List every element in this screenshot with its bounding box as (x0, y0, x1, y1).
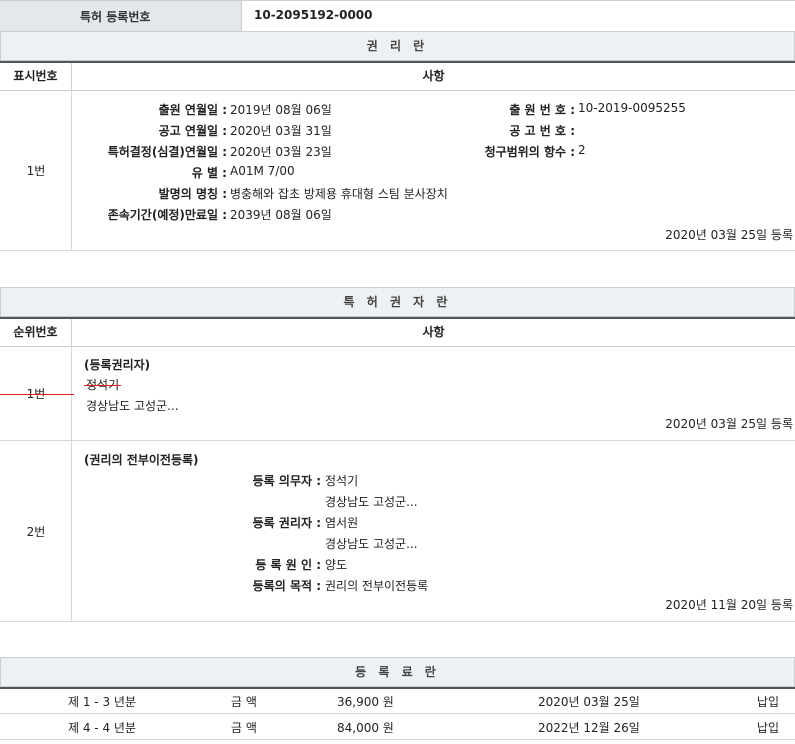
rights-row-number: 1번 (26, 164, 46, 178)
holder-row-2-number: 2번 (26, 525, 46, 539)
filing-number-label: 출 원 번 호 : (509, 103, 575, 117)
rights-row-number-cell: 1번 (0, 91, 72, 250)
filing-number: 10-2019-0095255 (578, 101, 686, 115)
publication-number-label: 공 고 번 호 : (509, 124, 575, 138)
fee-amount: 36,900 원 (337, 695, 394, 709)
holders-section-title: 특 허 권 자 란 (0, 287, 795, 317)
holder-row-2: 2번 (권리의 전부이전등록) 등록 의무자 : 정석기 경상남도 고성군...… (0, 441, 795, 622)
rights-registered-date: 2020년 03월 25일 등록 (665, 228, 793, 242)
rights-col-detail: 사항 (422, 69, 445, 83)
rights-col-number: 표시번호 (0, 63, 72, 90)
decision-date-label: 특허결정(심결)연월일 : (107, 145, 227, 159)
fee-amount: 84,000 원 (337, 721, 394, 735)
fees-section-title: 등 록 료 란 (0, 657, 795, 687)
holder-row-2-registered: 2020년 11월 20일 등록 (665, 598, 793, 612)
registration-purpose: 권리의 전부이전등록 (325, 579, 429, 593)
fee-date: 2022년 12월 26일 (538, 721, 640, 735)
holders-column-header: 순위번호 사항 (0, 317, 795, 347)
fee-status: 납입 (756, 721, 779, 735)
patent-number-value: 10-2095192-0000 (254, 8, 373, 22)
publication-date: 2020년 03월 31일 (230, 124, 332, 138)
fee-date: 2020년 03월 25일 (538, 695, 640, 709)
fee-years: 제 4 - 4 년분 (68, 721, 136, 735)
classification: A01M 7/00 (230, 164, 295, 178)
obligor-name: 정석기 (325, 474, 359, 488)
fee-years: 제 1 - 3 년분 (68, 695, 136, 709)
holder-row-2-number-cell: 2번 (0, 441, 72, 621)
holder-row-1-address: 경상남도 고성군... (86, 399, 179, 413)
fee-row: 제 4 - 4 년분 금 액 84,000 원 2022년 12월 26일 납입 (0, 714, 795, 740)
patent-number-value-cell: 10-2095192-0000 (242, 1, 795, 31)
holders-col-detail: 사항 (422, 325, 445, 339)
publication-date-label: 공고 연월일 : (158, 124, 227, 138)
expiry-date: 2039년 08월 06일 (230, 208, 332, 222)
patent-number-bar: 특허 등록번호 10-2095192-0000 (0, 0, 795, 32)
rights-section-title: 권 리 란 (0, 31, 795, 61)
new-holder-label: 등록 권리자 : (252, 516, 321, 530)
holder-row-1-heading: (등록권리자) (84, 358, 151, 372)
holders-col-number: 순위번호 (0, 319, 72, 346)
fee-amount-label: 금 액 (231, 721, 257, 735)
holder-row-1-name: 정석기 (86, 378, 120, 392)
claims-count-label: 청구범위의 항수 : (484, 145, 575, 159)
registration-cause: 양도 (325, 558, 348, 572)
invention-title-label: 발명의 명칭 : (158, 187, 227, 201)
fee-status: 납입 (756, 695, 779, 709)
rights-row: 1번 출원 연월일 : 2019년 08월 06일 출 원 번 호 : 10-2… (0, 91, 795, 251)
obligor-address: 경상남도 고성군... (325, 495, 418, 509)
invention-title: 병충해와 잡초 방제용 휴대형 스팀 분사장치 (230, 187, 448, 201)
new-holder-name: 염서원 (325, 516, 359, 530)
registration-cause-label: 등 록 원 인 : (255, 558, 321, 572)
patent-number-label: 특허 등록번호 (80, 10, 151, 24)
holder-row-1-number-cell: 1번 (0, 347, 74, 440)
registration-purpose-label: 등록의 목적 : (252, 579, 321, 593)
new-holder-address: 경상남도 고성군... (325, 537, 418, 551)
fee-amount-label: 금 액 (231, 695, 257, 709)
patent-number-label-cell: 특허 등록번호 (0, 1, 242, 31)
classification-label: 유 별 : (191, 166, 227, 180)
expiry-date-label: 존속기간(예정)만료일 : (107, 208, 227, 222)
holder-row-2-heading: (권리의 전부이전등록) (84, 453, 199, 467)
filing-date-label: 출원 연월일 : (158, 103, 227, 117)
decision-date: 2020년 03월 23일 (230, 145, 332, 159)
holder-row-1-registered: 2020년 03월 25일 등록 (665, 417, 793, 431)
rights-column-header: 표시번호 사항 (0, 61, 795, 91)
obligor-label: 등록 의무자 : (252, 474, 321, 488)
fee-row: 제 1 - 3 년분 금 액 36,900 원 2020년 03월 25일 납입 (0, 689, 795, 714)
filing-date: 2019년 08월 06일 (230, 103, 332, 117)
claims-count: 2 (578, 143, 586, 157)
holder-row-1: 1번 (등록권리자) 정석기 경상남도 고성군... 2020년 03월 25일… (0, 347, 795, 441)
